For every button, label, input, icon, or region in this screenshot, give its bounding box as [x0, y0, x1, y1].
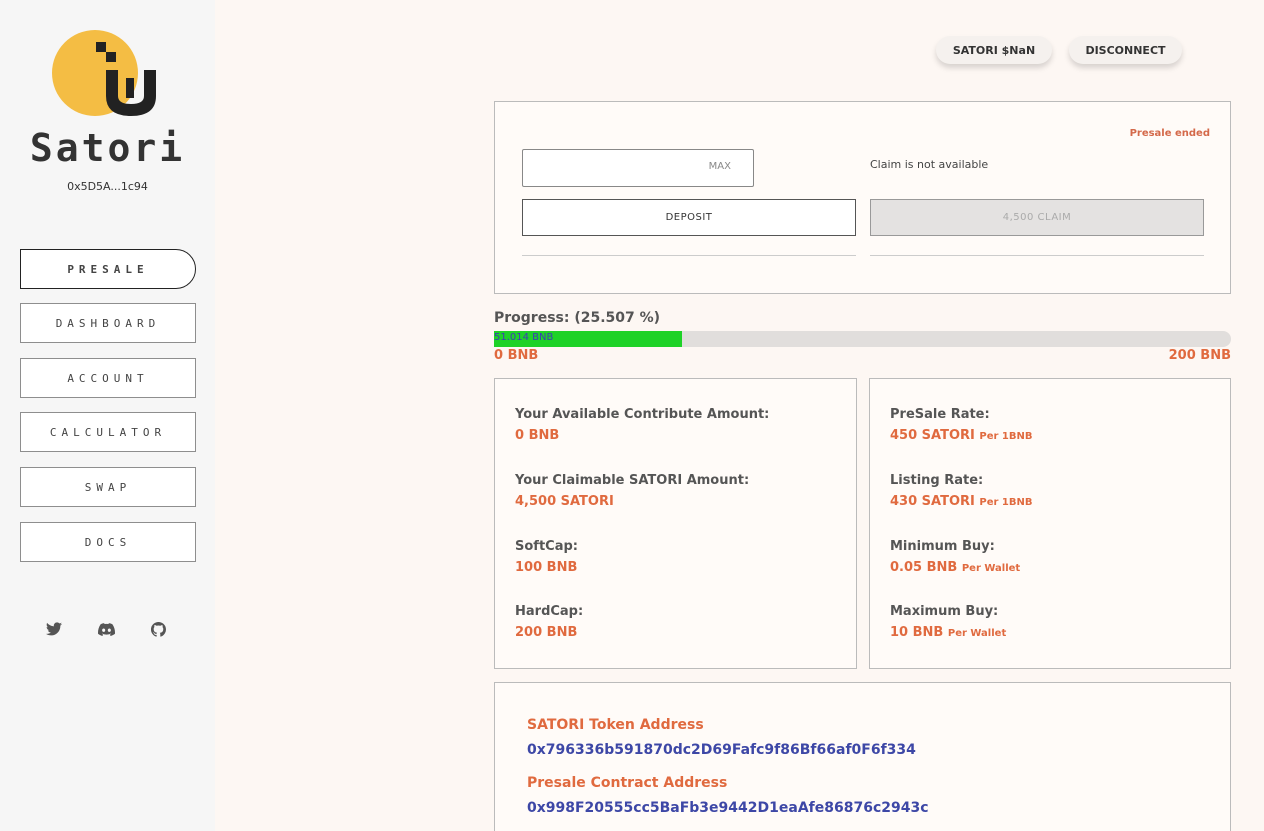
info-unit: Per Wallet: [961, 563, 1021, 574]
info-value-row: 450 SATORI Per 1BNB: [890, 428, 1032, 443]
disconnect-button[interactable]: DISCONNECT: [1069, 36, 1182, 64]
progress-bar: 51.014 BNB: [494, 331, 1231, 347]
info-value: 430 SATORI: [890, 494, 975, 509]
info-value-row: 430 SATORI Per 1BNB: [890, 494, 1032, 509]
info-value-row: 10 BNB Per Wallet: [890, 625, 1006, 640]
wallet-address-short[interactable]: 0x5D5A...1c94: [0, 180, 215, 193]
info-label: PreSale Rate:: [890, 407, 990, 422]
progress-max: 200 BNB: [1168, 348, 1231, 363]
contract-address-label: Presale Contract Address: [527, 775, 728, 791]
presale-status: Presale ended: [1129, 128, 1210, 139]
info-label: Minimum Buy:: [890, 539, 995, 554]
info-presale-rate: PreSale Rate: 450 SATORI Per 1BNB: [890, 407, 1032, 443]
nav-presale[interactable]: PRESALE: [20, 249, 196, 289]
app-root: Satori 0x5D5A...1c94 PRESALE DASHBOARD A…: [0, 0, 1264, 831]
nav-account[interactable]: ACCOUNT: [20, 358, 196, 398]
info-listing-rate: Listing Rate: 430 SATORI Per 1BNB: [890, 473, 1032, 509]
addresses-panel: SATORI Token Address 0x796336b591870dc2D…: [494, 682, 1231, 831]
twitter-icon[interactable]: [45, 620, 63, 638]
info-value: 4,500 SATORI: [515, 494, 614, 509]
deposit-button[interactable]: DEPOSIT: [522, 199, 856, 236]
info-label: Your Claimable SATORI Amount:: [515, 473, 750, 488]
nav-swap[interactable]: SWAP: [20, 467, 196, 507]
nav-docs[interactable]: DOCS: [20, 522, 196, 562]
nav-calculator[interactable]: CALCULATOR: [20, 412, 196, 452]
info-available: Your Available Contribute Amount: 0 BNB: [515, 407, 769, 443]
info-minimum-buy: Minimum Buy: 0.05 BNB Per Wallet: [890, 539, 1020, 575]
info-value: 0.05 BNB: [890, 560, 958, 575]
token-price-button[interactable]: SATORI $NaN: [936, 36, 1052, 64]
info-maximum-buy: Maximum Buy: 10 BNB Per Wallet: [890, 604, 1006, 640]
info-value-row: 0.05 BNB Per Wallet: [890, 560, 1020, 575]
info-value: 200 BNB: [515, 625, 578, 640]
progress-fill-text: 51.014 BNB: [494, 332, 554, 343]
info-label: HardCap:: [515, 604, 584, 619]
info-claimable: Your Claimable SATORI Amount: 4,500 SATO…: [515, 473, 749, 509]
brand-name: Satori: [29, 126, 186, 170]
github-icon[interactable]: [149, 620, 167, 638]
info-unit: Per Wallet: [947, 628, 1007, 639]
deposit-panel: Presale ended MAX Claim is not available…: [494, 101, 1231, 294]
info-value: 10 BNB: [890, 625, 944, 640]
claim-button[interactable]: 4,500 CLAIM: [870, 199, 1204, 236]
progress-min: 0 BNB: [494, 348, 539, 363]
logo-glyph-icon: [96, 42, 156, 116]
divider: [522, 255, 856, 256]
info-hardcap: HardCap: 200 BNB: [515, 604, 583, 640]
social-links: [45, 620, 175, 638]
info-value: 0 BNB: [515, 428, 560, 443]
nav-dashboard[interactable]: DASHBOARD: [20, 303, 196, 343]
info-value: 100 BNB: [515, 560, 578, 575]
divider: [870, 255, 1204, 256]
info-softcap: SoftCap: 100 BNB: [515, 539, 578, 575]
contract-address-link[interactable]: 0x998F20555cc5BaFb3e9442D1eaAfe86876c294…: [527, 800, 929, 816]
info-unit: Per 1BNB: [979, 497, 1033, 508]
logo[interactable]: Satori: [0, 26, 215, 170]
info-unit: Per 1BNB: [979, 431, 1033, 442]
sidebar: Satori 0x5D5A...1c94 PRESALE DASHBOARD A…: [0, 0, 215, 831]
rates-info-panel: PreSale Rate: 450 SATORI Per 1BNB Listin…: [869, 378, 1231, 669]
contribution-info-panel: Your Available Contribute Amount: 0 BNB …: [494, 378, 857, 669]
amount-input-box: MAX: [522, 149, 754, 187]
info-label: Listing Rate:: [890, 473, 984, 488]
token-address-label: SATORI Token Address: [527, 717, 704, 733]
info-label: Maximum Buy:: [890, 604, 999, 619]
discord-icon[interactable]: [97, 620, 115, 638]
token-address-link[interactable]: 0x796336b591870dc2D69Fafc9f86Bf66af0F6f3…: [527, 742, 916, 758]
progress-label: Progress: (25.507 %): [494, 310, 661, 326]
amount-input[interactable]: [529, 158, 699, 178]
info-label: Your Available Contribute Amount:: [515, 407, 770, 422]
claim-info: Claim is not available: [870, 158, 989, 171]
max-button[interactable]: MAX: [709, 161, 731, 172]
info-label: SoftCap:: [515, 539, 578, 554]
info-value: 450 SATORI: [890, 428, 975, 443]
